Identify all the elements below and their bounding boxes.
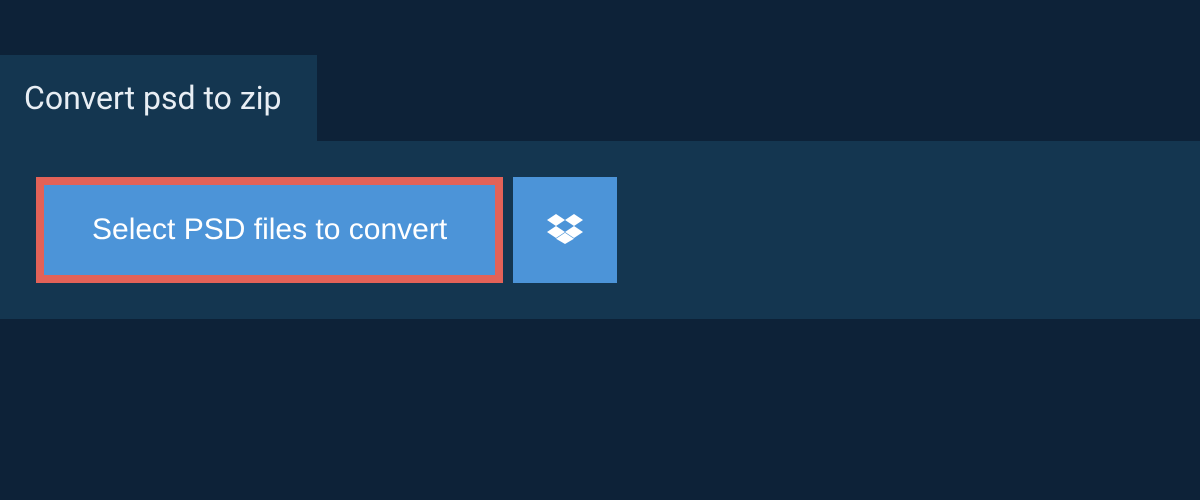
tab-header: Convert psd to zip xyxy=(0,55,317,141)
select-files-label: Select PSD files to convert xyxy=(92,213,447,247)
button-row: Select PSD files to convert xyxy=(36,177,1164,283)
select-files-button[interactable]: Select PSD files to convert xyxy=(36,177,503,283)
page-title: Convert psd to zip xyxy=(24,79,281,117)
dropbox-button[interactable] xyxy=(513,177,617,283)
main-panel: Select PSD files to convert xyxy=(0,141,1200,319)
dropbox-icon xyxy=(547,211,583,250)
